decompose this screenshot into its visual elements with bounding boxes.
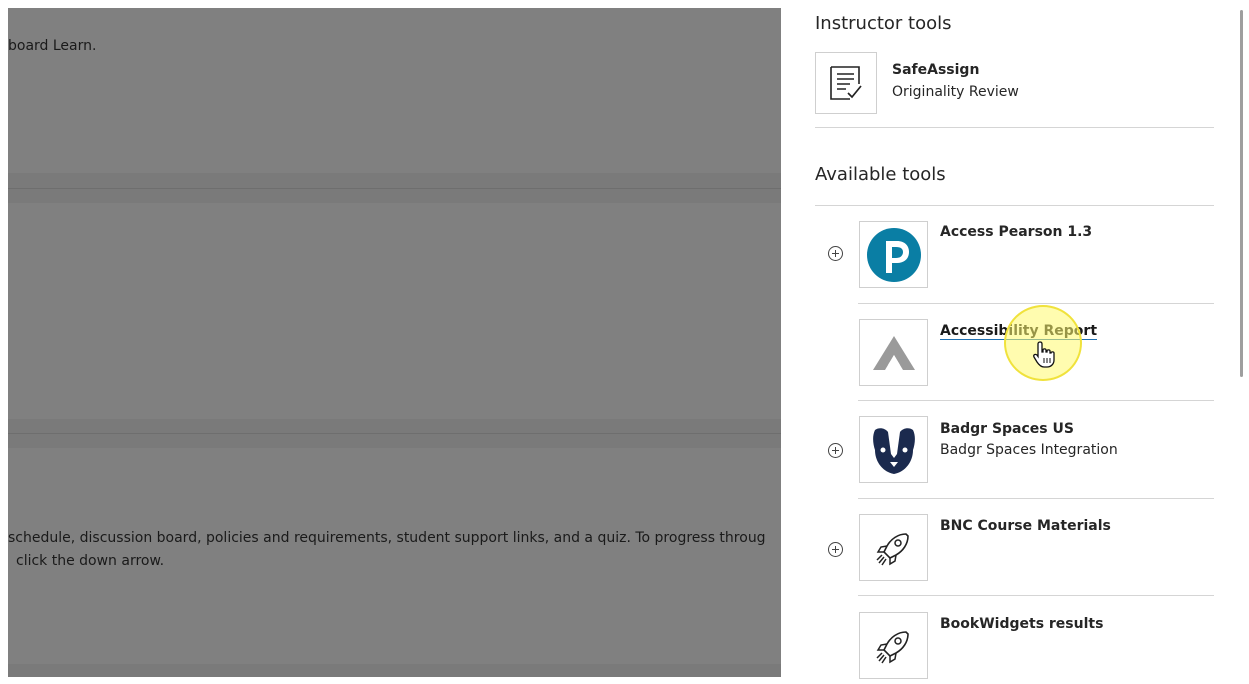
document-check-icon [830,66,862,100]
safeassign-tool-desc: Originality Review [892,84,1019,100]
badgr-spaces-tool-desc: Badgr Spaces Integration [940,442,1118,458]
bnc-course-materials-tool-name[interactable]: BNC Course Materials [940,518,1111,534]
divider [858,400,1214,401]
add-tool-button[interactable] [828,443,843,458]
bookwidgets-tool-name[interactable]: BookWidgets results [940,616,1103,632]
accessibility-report-logo-icon [872,335,915,370]
accessibility-report-tool-icon[interactable] [859,319,928,386]
divider [8,433,781,434]
divider [858,498,1214,499]
content-text: click the down arrow. [16,553,165,569]
hand-cursor-icon [1033,341,1055,368]
course-content-overlay[interactable]: board Learn. schedule, discussion board,… [8,8,781,677]
divider [815,205,1214,206]
rocket-icon [875,630,909,663]
content-card [8,8,781,173]
divider [815,127,1214,128]
instructor-tools-heading: Instructor tools [815,13,952,34]
badgr-spaces-tool-icon[interactable] [859,416,928,483]
access-pearson-tool-icon[interactable] [859,221,928,288]
app-window: board Learn. schedule, discussion board,… [0,0,1249,684]
access-pearson-tool-name[interactable]: Access Pearson 1.3 [940,224,1092,240]
pearson-logo-icon [866,227,921,282]
content-text: schedule, discussion board, policies and… [8,530,766,546]
content-text: board Learn. [8,38,97,54]
available-tools-heading: Available tools [815,164,946,185]
divider [8,188,781,189]
panel-scrollbar[interactable] [1240,10,1243,377]
add-tool-button[interactable] [828,542,843,557]
badger-logo-icon [872,427,915,474]
content-card [8,203,781,419]
rocket-icon [875,532,909,565]
safeassign-tool-name[interactable]: SafeAssign [892,62,979,78]
bnc-course-materials-tool-icon[interactable] [859,514,928,581]
safeassign-tool-icon[interactable] [815,52,877,114]
badgr-spaces-tool-name[interactable]: Badgr Spaces US [940,421,1074,437]
divider [858,595,1214,596]
divider [858,303,1214,304]
bookwidgets-tool-icon[interactable] [859,612,928,679]
add-tool-button[interactable] [828,246,843,261]
